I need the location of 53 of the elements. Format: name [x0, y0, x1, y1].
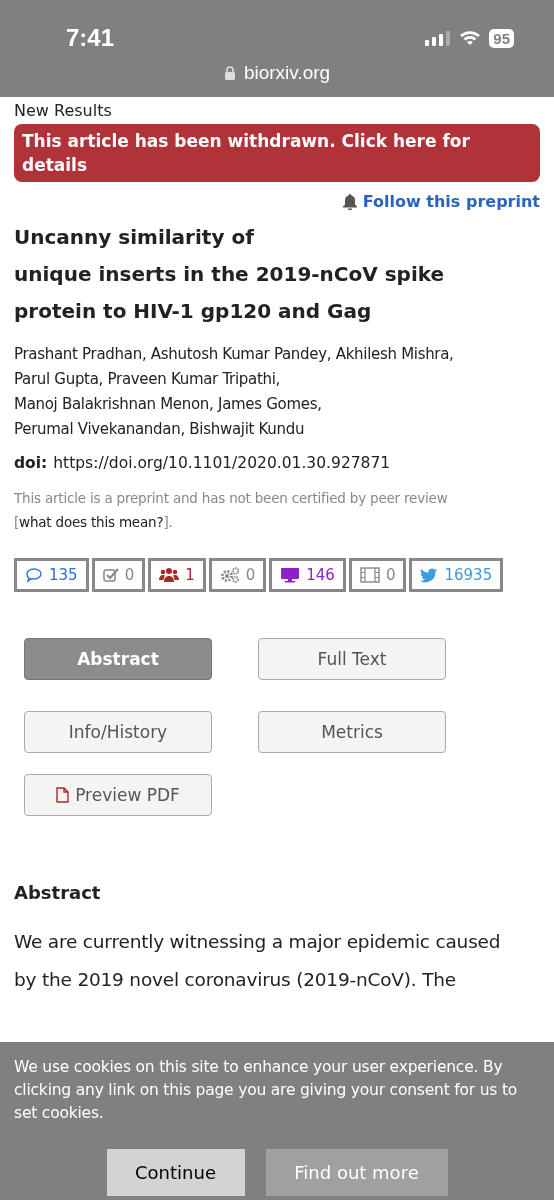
bracket: ]. — [163, 514, 173, 530]
abstract-text-line: by the 2019 novel coronavirus (2019-nCoV). The — [14, 968, 457, 992]
film-icon — [359, 567, 380, 583]
author-list-line: Parul Gupta, Praveen Kumar Tripathi, — [14, 369, 282, 390]
tab[interactable]: Metrics — [258, 711, 446, 753]
what-does-this-mean-link[interactable]: what does this mean? — [19, 514, 164, 530]
speech-bubble-icon — [25, 567, 43, 583]
lock-icon — [223, 65, 236, 81]
battery-level: 95 — [489, 28, 514, 48]
tab[interactable]: Full Text — [258, 638, 446, 680]
preprint-note: This article is a preprint and has not been certified by peer review — [14, 490, 448, 506]
metric-count: 1 — [185, 566, 195, 584]
metric-badge[interactable]: 1 — [148, 558, 206, 592]
abstract-text-line: We are currently witnessing a major epidemic caused — [14, 930, 502, 954]
tab[interactable]: Abstract — [24, 638, 212, 680]
cookie-message: We use cookies on this site to enhance your user experience. By clicking any link on this page you are giving your consent for us to set cookies. — [14, 1057, 519, 1124]
metric-count: 16935 — [444, 566, 493, 584]
address-bar-url[interactable]: biorxiv.org — [243, 62, 331, 84]
metric-count: 0 — [385, 566, 396, 584]
bird-icon — [420, 567, 439, 583]
checkbox-icon — [102, 567, 119, 583]
section-label: New Results — [14, 101, 113, 120]
doi-label: doi: — [14, 454, 48, 472]
author-list-line: Perumal Vivekanandan, Bishwajit Kundu — [14, 419, 306, 440]
gears-icon — [219, 567, 240, 583]
bell-icon — [341, 193, 358, 210]
wifi-icon — [459, 30, 482, 46]
people-icon — [159, 567, 180, 583]
document-icon — [56, 787, 70, 803]
article-title: Uncanny similarity of unique inserts in the 2019-nCoV spike protein to HIV-1 gp120 and Gag — [14, 224, 446, 325]
tab[interactable]: Info/History — [24, 711, 212, 753]
metric-badge[interactable]: 0 — [91, 558, 146, 592]
monitor-icon — [280, 567, 301, 583]
cookie-button[interactable]: Continue — [106, 1149, 245, 1196]
abstract-heading: Abstract — [14, 882, 102, 903]
doi-link[interactable]: https://doi.org/10.1101/2020.01.30.927871 — [53, 454, 391, 472]
author-list-line: Manoj Balakrishnan Menon, James Gomes, — [14, 394, 323, 415]
metric-count: 0 — [124, 566, 135, 584]
withdrawn-notice[interactable]: This article has been withdrawn. Click here for details — [14, 124, 540, 182]
metric-badge[interactable]: 0 — [348, 558, 407, 592]
author-list-line: Prashant Pradhan, Ashutosh Kumar Pandey, Akhilesh Mishra, — [14, 344, 455, 365]
signal-icon — [425, 30, 452, 46]
metric-badge[interactable]: 16935 — [409, 558, 504, 592]
metric-count: 146 — [306, 566, 335, 584]
metric-count: 135 — [49, 566, 78, 584]
tab[interactable]: Preview PDF — [24, 774, 212, 816]
metric-badge[interactable]: 0 — [208, 558, 267, 592]
metric-badge[interactable]: 146 — [269, 558, 346, 592]
status-time: 7:41 — [66, 24, 115, 52]
follow-link[interactable]: Follow this preprint — [341, 192, 540, 211]
bracket: [ — [14, 514, 20, 530]
metric-badge[interactable]: 135 — [14, 558, 89, 592]
metric-count: 0 — [245, 566, 256, 584]
